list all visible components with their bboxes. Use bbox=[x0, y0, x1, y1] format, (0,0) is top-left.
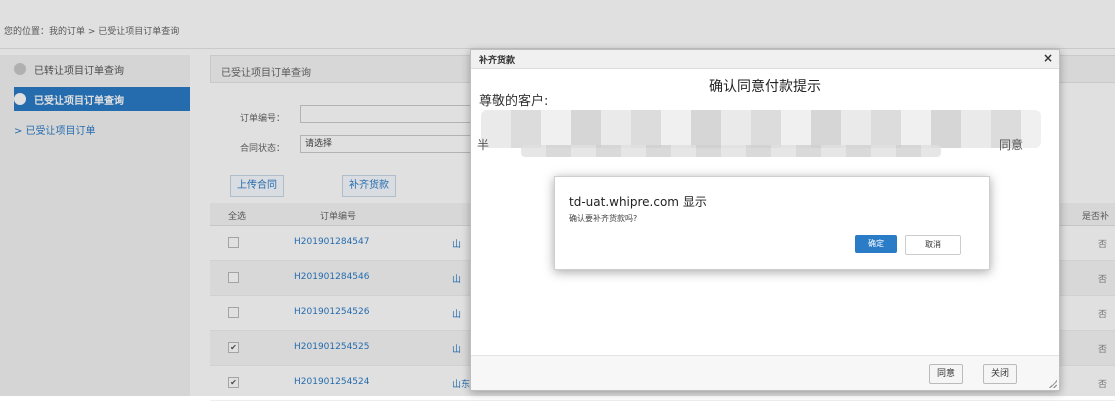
close-icon[interactable]: × bbox=[1043, 51, 1053, 65]
dialog-greeting: 尊敬的客户: bbox=[479, 94, 549, 109]
redacted-content bbox=[481, 110, 1041, 148]
dialog-header: 补齐货款 × bbox=[471, 50, 1059, 69]
confirm-ok-button[interactable]: 确定 bbox=[855, 235, 897, 253]
confirm-message: 确认要补齐货款吗? bbox=[569, 214, 638, 223]
dialog-title: 确认同意付款提示 bbox=[709, 79, 821, 95]
browser-confirm-dialog: td-uat.whipre.com 显示 确认要补齐货款吗? 确定 取消 bbox=[554, 176, 990, 270]
confirm-cancel-button[interactable]: 取消 bbox=[905, 235, 961, 255]
dialog-footer: 同意 关闭 bbox=[471, 355, 1059, 390]
dialog-text-fragment: 同意 bbox=[999, 138, 1024, 152]
dialog-text-fragment: 半 bbox=[477, 138, 490, 152]
redacted-content bbox=[521, 145, 941, 157]
confirm-host: td-uat.whipre.com 显示 bbox=[569, 195, 707, 209]
resize-handle[interactable] bbox=[1049, 380, 1057, 388]
dialog-header-title: 补齐货款 bbox=[479, 56, 516, 66]
agree-button[interactable]: 同意 bbox=[929, 364, 964, 384]
close-button[interactable]: 关闭 bbox=[983, 364, 1018, 384]
